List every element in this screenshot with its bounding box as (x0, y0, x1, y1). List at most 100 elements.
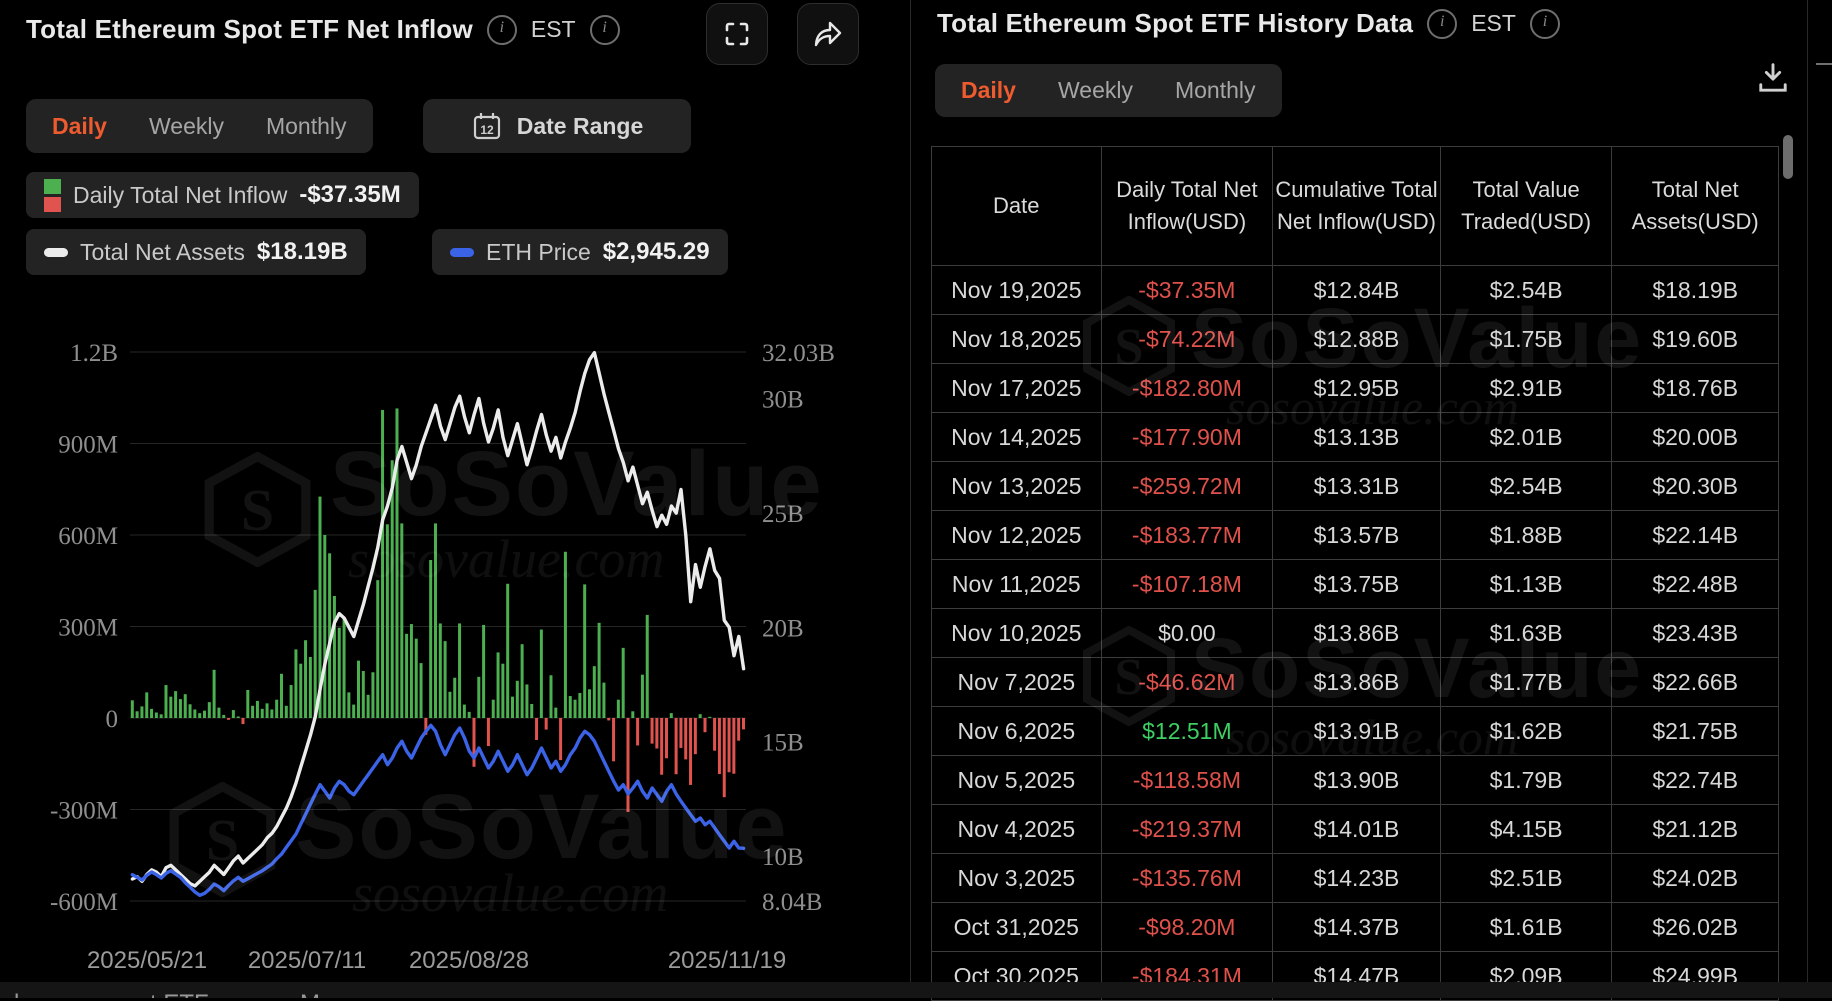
cell-net-assets: $22.48B (1612, 560, 1778, 608)
right-header: Total Ethereum Spot ETF History Data i E… (937, 8, 1560, 39)
etf-history-table: Date Daily Total Net Inflow(USD) Cumulat… (931, 146, 1779, 1001)
table-row[interactable]: Nov 7,2025-$46.62M$13.86B$1.77B$22.66B (932, 658, 1778, 707)
cell-cumulative-inflow: $14.37B (1273, 903, 1441, 951)
svg-text:2025/05/21: 2025/05/21 (87, 947, 207, 974)
cell-net-assets: $21.12B (1612, 805, 1778, 853)
cell-value-traded: $1.13B (1441, 560, 1613, 608)
etf-net-inflow-chart[interactable]: 1.2B900M600M300M0-300M-600M32.03B30B25B2… (0, 0, 910, 998)
cell-cumulative-inflow: $14.23B (1273, 854, 1441, 902)
svg-text:25B: 25B (762, 501, 804, 528)
cell-daily-inflow: -$98.20M (1102, 903, 1274, 951)
cell-cumulative-inflow: $13.86B (1273, 658, 1441, 706)
cell-date: Nov 11,2025 (932, 560, 1102, 608)
cell-cumulative-inflow: $13.91B (1273, 707, 1441, 755)
cell-date: Nov 14,2025 (932, 413, 1102, 461)
cell-value-traded: $1.88B (1441, 511, 1613, 559)
timezone-info-icon[interactable]: i (1530, 9, 1560, 39)
col-header-net-assets: Total Net Assets(USD) (1612, 147, 1778, 265)
svg-text:10B: 10B (762, 844, 804, 871)
cell-net-assets: $20.30B (1612, 462, 1778, 510)
table-row[interactable]: Nov 5,2025-$118.58M$13.90B$1.79B$22.74B (932, 756, 1778, 805)
cell-daily-inflow: -$219.37M (1102, 805, 1274, 853)
table-row[interactable]: Oct 31,2025-$98.20M$14.37B$1.61B$26.02B (932, 903, 1778, 952)
cell-cumulative-inflow: $13.75B (1273, 560, 1441, 608)
svg-text:-300M: -300M (50, 798, 118, 825)
footer-fragment: l (14, 990, 19, 998)
col-header-daily-inflow: Daily Total Net Inflow(USD) (1102, 147, 1274, 265)
cell-cumulative-inflow: $13.90B (1273, 756, 1441, 804)
tab-monthly[interactable]: Monthly (1175, 77, 1256, 104)
cell-value-traded: $1.79B (1441, 756, 1613, 804)
cell-value-traded: $2.01B (1441, 413, 1613, 461)
cell-value-traded: $4.15B (1441, 805, 1613, 853)
table-scrollbar[interactable] (1783, 135, 1793, 179)
table-row[interactable]: Nov 6,2025$12.51M$13.91B$1.62B$21.75B (932, 707, 1778, 756)
svg-text:32.03B: 32.03B (762, 340, 835, 367)
cell-date: Nov 7,2025 (932, 658, 1102, 706)
table-row[interactable]: Nov 18,2025-$74.22M$12.88B$1.75B$19.60B (932, 315, 1778, 364)
cell-value-traded: $2.51B (1441, 854, 1613, 902)
cell-value-traded: $1.75B (1441, 315, 1613, 363)
cell-daily-inflow: -$37.35M (1102, 266, 1274, 314)
col-header-cumulative-inflow: Cumulative Total Net Inflow(USD) (1273, 147, 1441, 265)
cell-net-assets: $19.60B (1612, 315, 1778, 363)
table-row[interactable]: Nov 4,2025-$219.37M$14.01B$4.15B$21.12B (932, 805, 1778, 854)
cell-daily-inflow: -$182.80M (1102, 364, 1274, 412)
cell-net-assets: $18.19B (1612, 266, 1778, 314)
svg-text:2025/07/11: 2025/07/11 (248, 947, 366, 974)
cell-cumulative-inflow: $14.01B (1273, 805, 1441, 853)
info-icon[interactable]: i (1427, 9, 1457, 39)
table-row[interactable]: Nov 14,2025-$177.90M$13.13B$2.01B$20.00B (932, 413, 1778, 462)
footer-fragment: M (300, 990, 320, 998)
table-title: Total Ethereum Spot ETF History Data (937, 8, 1413, 39)
cell-net-assets: $26.02B (1612, 903, 1778, 951)
next-panel-fragment (1816, 63, 1832, 65)
svg-text:15B: 15B (762, 730, 804, 757)
etf-history-data-panel: Total Ethereum Spot ETF History Data i E… (910, 0, 1808, 998)
cell-net-assets: $18.76B (1612, 364, 1778, 412)
table-row[interactable]: Nov 3,2025-$135.76M$14.23B$2.51B$24.02B (932, 854, 1778, 903)
svg-text:0: 0 (106, 706, 119, 733)
cell-daily-inflow: -$107.18M (1102, 560, 1274, 608)
cell-daily-inflow: -$74.22M (1102, 315, 1274, 363)
tab-daily[interactable]: Daily (961, 77, 1016, 104)
table-row[interactable]: Nov 11,2025-$107.18M$13.75B$1.13B$22.48B (932, 560, 1778, 609)
table-row[interactable]: Nov 12,2025-$183.77M$13.57B$1.88B$22.14B (932, 511, 1778, 560)
cell-value-traded: $2.54B (1441, 462, 1613, 510)
table-row[interactable]: Nov 13,2025-$259.72M$13.31B$2.54B$20.30B (932, 462, 1778, 511)
footer-clipped-row: l t ETF M (0, 982, 1832, 998)
svg-text:20B: 20B (762, 615, 804, 642)
cell-value-traded: $1.62B (1441, 707, 1613, 755)
table-row[interactable]: Nov 19,2025-$37.35M$12.84B$2.54B$18.19B (932, 266, 1778, 315)
svg-text:300M: 300M (58, 615, 118, 642)
cell-date: Nov 3,2025 (932, 854, 1102, 902)
cell-net-assets: $22.74B (1612, 756, 1778, 804)
download-icon (1753, 58, 1793, 98)
cell-net-assets: $24.02B (1612, 854, 1778, 902)
cell-value-traded: $1.61B (1441, 903, 1613, 951)
table-row[interactable]: Nov 10,2025$0.00$13.86B$1.63B$23.43B (932, 609, 1778, 658)
cell-value-traded: $2.54B (1441, 266, 1613, 314)
cell-cumulative-inflow: $13.13B (1273, 413, 1441, 461)
download-button[interactable] (1753, 58, 1793, 103)
timezone-label: EST (1471, 10, 1516, 37)
svg-text:8.04B: 8.04B (762, 889, 822, 916)
cell-value-traded: $2.91B (1441, 364, 1613, 412)
cell-daily-inflow: -$118.58M (1102, 756, 1274, 804)
cell-daily-inflow: $0.00 (1102, 609, 1274, 657)
cell-date: Nov 19,2025 (932, 266, 1102, 314)
cell-date: Nov 18,2025 (932, 315, 1102, 363)
cell-date: Nov 4,2025 (932, 805, 1102, 853)
cell-date: Oct 31,2025 (932, 903, 1102, 951)
table-period-tabs: Daily Weekly Monthly (935, 64, 1282, 117)
cell-date: Nov 5,2025 (932, 756, 1102, 804)
svg-text:2025/11/19: 2025/11/19 (668, 947, 786, 974)
cell-date: Nov 13,2025 (932, 462, 1102, 510)
svg-text:30B: 30B (762, 386, 804, 413)
cell-date: Nov 10,2025 (932, 609, 1102, 657)
cell-daily-inflow: -$177.90M (1102, 413, 1274, 461)
footer-fragment: t ETF (150, 990, 209, 998)
tab-weekly[interactable]: Weekly (1058, 77, 1133, 104)
table-row[interactable]: Nov 17,2025-$182.80M$12.95B$2.91B$18.76B (932, 364, 1778, 413)
cell-value-traded: $1.63B (1441, 609, 1613, 657)
